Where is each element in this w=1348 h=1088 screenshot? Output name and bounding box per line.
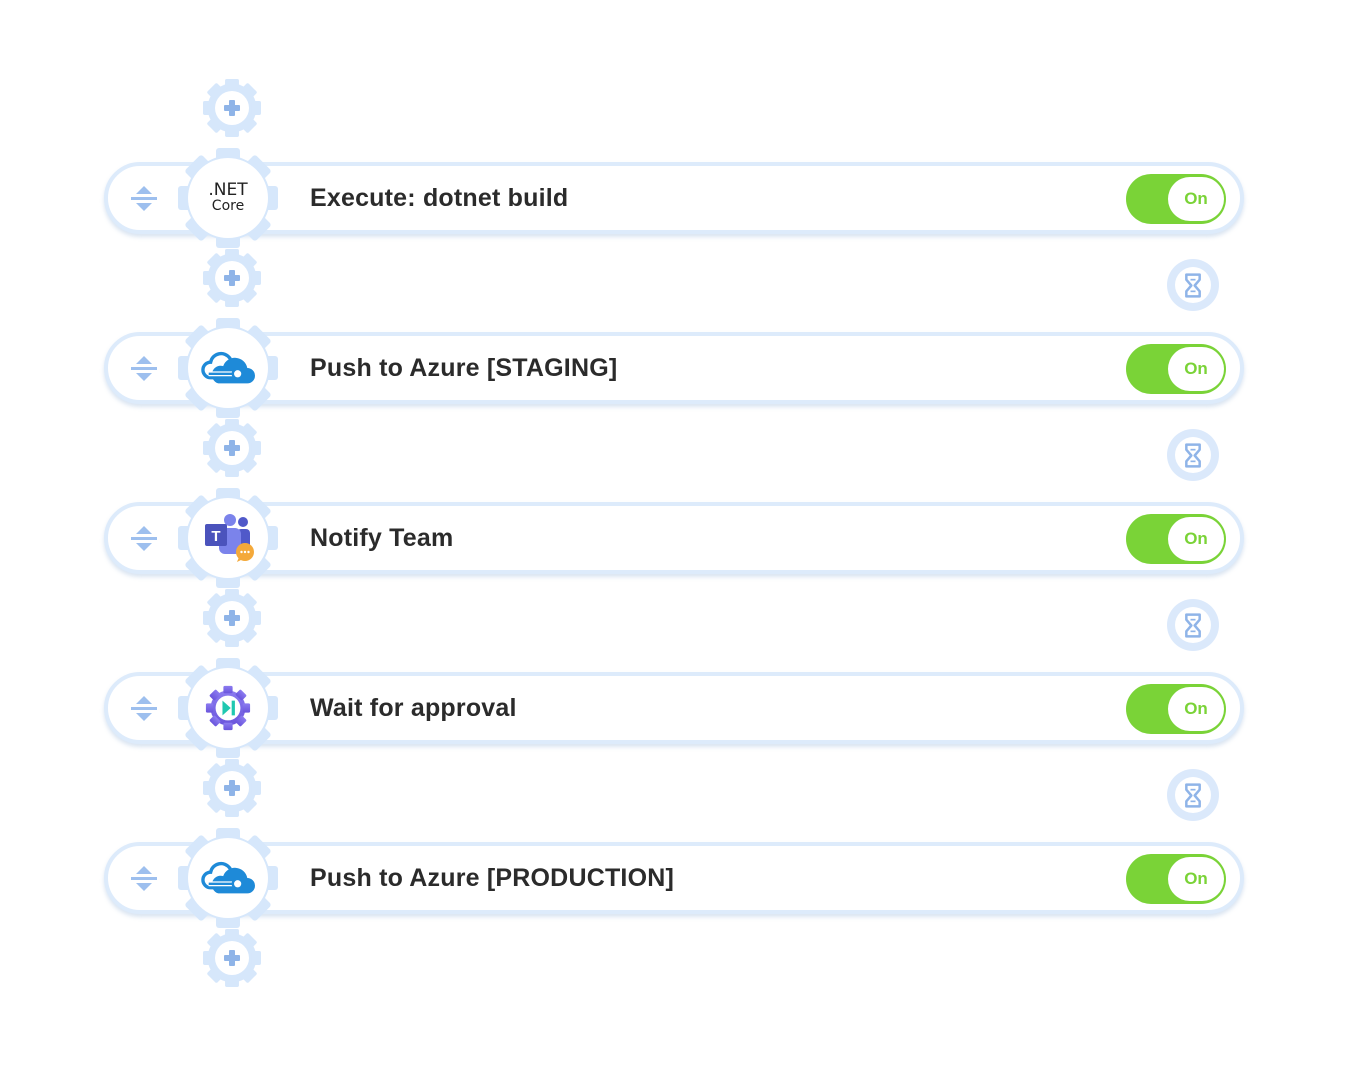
drag-handle-icon[interactable] <box>128 694 160 724</box>
add-step-button[interactable] <box>203 419 261 477</box>
delay-button[interactable] <box>1167 429 1219 481</box>
hourglass-icon <box>1185 272 1201 298</box>
step-toggle[interactable]: On <box>1126 854 1226 904</box>
toggle-label: On <box>1168 347 1224 391</box>
step-toggle[interactable]: On <box>1126 514 1226 564</box>
azure-cloud-icon <box>201 350 255 386</box>
step-title: Execute: dotnet build <box>310 184 569 212</box>
drag-handle-icon[interactable] <box>128 524 160 554</box>
toggle-label: On <box>1168 177 1224 221</box>
toggle-label: On <box>1168 517 1224 561</box>
step-toggle[interactable]: On <box>1126 344 1226 394</box>
toggle-label: On <box>1168 857 1224 901</box>
hourglass-icon <box>1185 782 1201 808</box>
step-title: Notify Team <box>310 524 454 552</box>
add-step-button[interactable] <box>203 79 261 137</box>
step-icon-gear <box>178 828 278 928</box>
step-toggle[interactable]: On <box>1126 684 1226 734</box>
step-icon-gear: .NET Core <box>178 148 278 248</box>
microsoft-teams-icon: T <box>205 514 254 562</box>
add-step-button[interactable] <box>203 249 261 307</box>
dotnet-core-icon: .NET Core <box>208 180 248 215</box>
drag-handle-icon[interactable] <box>128 184 160 214</box>
add-step-button[interactable] <box>203 929 261 987</box>
drag-handle-icon[interactable] <box>128 864 160 894</box>
svg-text:T: T <box>211 528 220 545</box>
approval-gear-icon <box>205 685 251 731</box>
step-icon-gear: T <box>178 488 278 588</box>
hourglass-icon <box>1185 612 1201 638</box>
azure-cloud-icon <box>201 860 255 896</box>
step-title: Push to Azure [PRODUCTION] <box>310 864 674 892</box>
hourglass-icon <box>1185 442 1201 468</box>
step-title: Wait for approval <box>310 694 517 722</box>
add-step-button[interactable] <box>203 759 261 817</box>
drag-handle-icon[interactable] <box>128 354 160 384</box>
step-title: Push to Azure [STAGING] <box>310 354 618 382</box>
step-toggle[interactable]: On <box>1126 174 1226 224</box>
delay-button[interactable] <box>1167 769 1219 821</box>
step-icon-gear <box>178 658 278 758</box>
add-step-button[interactable] <box>203 589 261 647</box>
delay-button[interactable] <box>1167 599 1219 651</box>
delay-button[interactable] <box>1167 259 1219 311</box>
toggle-label: On <box>1168 687 1224 731</box>
step-icon-gear <box>178 318 278 418</box>
